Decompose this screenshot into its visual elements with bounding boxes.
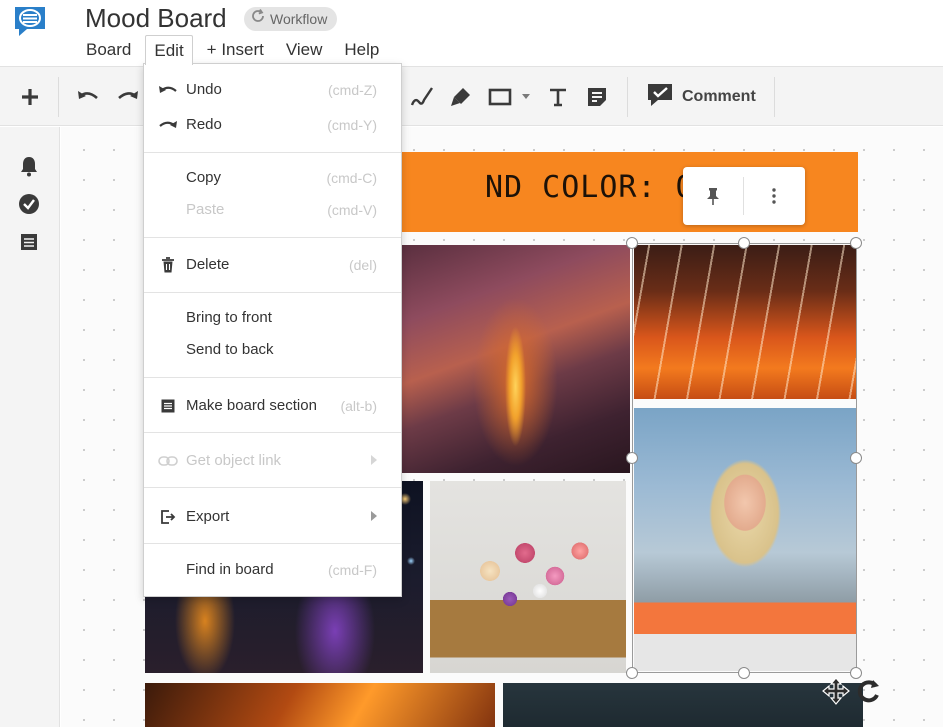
pen-icon[interactable] (408, 83, 436, 111)
menu-help[interactable]: Help (336, 35, 387, 65)
selection-box (632, 243, 857, 673)
toolbar-divider (627, 77, 628, 117)
trash-icon (158, 256, 178, 274)
menu-divider (144, 432, 401, 433)
canyon-photo[interactable] (401, 245, 630, 473)
app-header: Mood Board Workflow Board Edit + Insert … (0, 0, 943, 66)
edit-menu-dropdown: Undo (cmd-Z) Redo (cmd-Y) Copy (cmd-C) P… (143, 63, 402, 597)
menu-item-copy[interactable]: Copy (cmd-C) (144, 163, 401, 193)
menu-divider (144, 543, 401, 544)
menu-item-export[interactable]: Export (144, 502, 401, 532)
toolbar: Comment (0, 66, 943, 126)
workflow-icon (250, 7, 266, 31)
export-icon (158, 508, 178, 526)
menu-board[interactable]: Board (78, 35, 139, 65)
menu-divider (144, 292, 401, 293)
section-icon (158, 397, 178, 415)
menu-item-get-object-link: Get object link (144, 446, 401, 476)
resize-handle[interactable] (626, 452, 638, 464)
menu-item-redo[interactable]: Redo (cmd-Y) (144, 110, 401, 140)
resize-handle[interactable] (850, 452, 862, 464)
submenu-arrow-icon (371, 455, 377, 465)
menubar: Board Edit + Insert View Help (78, 35, 393, 65)
resize-handle[interactable] (738, 237, 750, 249)
left-rail (0, 127, 60, 727)
menu-view[interactable]: View (278, 35, 331, 65)
submenu-arrow-icon (371, 511, 377, 521)
redo-icon (158, 116, 178, 134)
toolbar-divider (58, 77, 59, 117)
move-rotate-controls (821, 676, 887, 711)
menu-divider (144, 377, 401, 378)
resize-handle[interactable] (626, 237, 638, 249)
list-icon[interactable] (18, 231, 40, 253)
dark-photo[interactable] (503, 683, 863, 727)
workflow-badge[interactable]: Workflow (244, 7, 338, 31)
more-options-icon[interactable] (759, 181, 789, 211)
menu-item-bring-to-front[interactable]: Bring to front (144, 303, 401, 333)
toolbar-divider (774, 77, 775, 117)
menu-insert[interactable]: + Insert (199, 35, 272, 65)
workflow-label: Workflow (270, 11, 328, 27)
flowers-photo[interactable] (430, 481, 626, 673)
menu-item-undo[interactable]: Undo (cmd-Z) (144, 75, 401, 105)
menu-item-make-board-section[interactable]: Make board section (alt-b) (144, 391, 401, 421)
text-icon[interactable] (544, 83, 572, 111)
add-icon[interactable] (16, 83, 44, 111)
resize-handle[interactable] (850, 237, 862, 249)
link-icon (158, 452, 178, 470)
fire-photo[interactable] (145, 683, 495, 727)
popup-divider (743, 177, 744, 215)
undo-icon (158, 81, 178, 99)
shape-dropdown-icon[interactable] (518, 83, 534, 111)
highlighter-icon[interactable] (447, 83, 475, 111)
rectangle-icon[interactable] (486, 83, 514, 111)
comment-button[interactable]: Comment (646, 81, 756, 113)
section-popup (683, 167, 805, 225)
pin-icon[interactable] (698, 181, 728, 211)
app-logo-icon[interactable] (12, 4, 48, 36)
resize-handle[interactable] (738, 667, 750, 679)
redo-icon[interactable] (114, 83, 142, 111)
menu-item-delete[interactable]: Delete (del) (144, 250, 401, 280)
menu-divider (144, 152, 401, 153)
comment-label: Comment (682, 88, 756, 105)
board-title[interactable]: Mood Board (85, 2, 227, 34)
menu-divider (144, 237, 401, 238)
menu-edit[interactable]: Edit (145, 35, 193, 65)
menu-item-send-to-back[interactable]: Send to back (144, 335, 401, 365)
comment-icon (646, 82, 674, 113)
resize-handle[interactable] (626, 667, 638, 679)
menu-item-find-in-board[interactable]: Find in board (cmd-F) (144, 555, 401, 585)
move-icon[interactable] (821, 676, 851, 711)
undo-icon[interactable] (74, 83, 102, 111)
checkmark-circle-icon[interactable] (18, 193, 40, 215)
menu-divider (144, 487, 401, 488)
sticky-note-icon[interactable] (583, 83, 611, 111)
bell-icon[interactable] (18, 155, 40, 177)
rotate-icon[interactable] (855, 677, 883, 710)
menu-item-paste: Paste (cmd-V) (186, 201, 377, 218)
